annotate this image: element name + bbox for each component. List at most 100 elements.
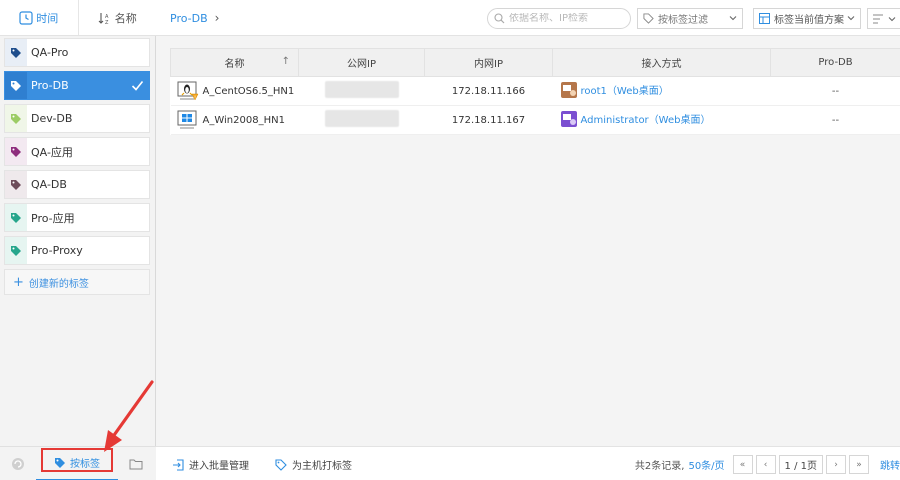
search-box[interactable]: [487, 8, 631, 29]
top-toolbar: Pro-DB › 按标签过滤 标签当前值方案: [156, 0, 900, 36]
column-header-private-ip[interactable]: 内网IP: [424, 48, 553, 77]
total-records: 共2条记录,: [634, 461, 685, 472]
list-icon: [873, 14, 883, 23]
tag-icon: [5, 204, 27, 231]
by-tag-tab[interactable]: 按标签: [36, 447, 118, 480]
prev-page-button[interactable]: ‹: [755, 455, 776, 474]
tag-item-qa-app[interactable]: QA-应用: [4, 137, 150, 166]
host-name-cell: ! A_CentOS6.5_HN1: [170, 76, 299, 106]
column-header-tag[interactable]: Pro-DB: [770, 48, 900, 77]
sort-name-label: 名称: [114, 11, 137, 25]
sort-time-label: 时间: [36, 11, 59, 25]
host-name-cell: A_Win2008_HN1: [170, 105, 299, 135]
column-header-name[interactable]: 名称 ↑: [170, 48, 299, 77]
tag-item-pro-db[interactable]: Pro-DB: [4, 71, 150, 100]
tag-hosts-button[interactable]: 为主机打标签: [275, 457, 352, 472]
enter-icon: [173, 458, 184, 471]
breadcrumb-current: Pro-DB: [170, 11, 208, 25]
tag-filter-label: 按标签过滤: [658, 15, 708, 26]
public-ip-cell: [298, 105, 425, 135]
redacted-ip: [324, 110, 399, 127]
private-ip-cell: 172.18.11.167: [424, 105, 553, 135]
access-link[interactable]: root1（Web桌面）: [560, 81, 669, 98]
chevron-down-icon: [729, 16, 737, 21]
tag-item-dev-db[interactable]: Dev-DB: [4, 104, 150, 133]
chevron-down-icon: [847, 16, 855, 21]
tag-label: QA-DB: [31, 178, 67, 191]
host-table: 名称 ↑ 公网IP 内网IP 接入方式 Pro-DB ! A_CentOS6.5…: [170, 48, 900, 135]
next-page-button[interactable]: ›: [826, 455, 846, 474]
sidebar-bottom-bar: 按标签: [0, 446, 156, 480]
access-cell: root1（Web桌面）: [552, 76, 771, 106]
private-ip-cell: 172.18.11.166: [424, 76, 553, 106]
host-name[interactable]: A_CentOS6.5_HN1: [203, 86, 295, 97]
tag-icon: [275, 458, 287, 471]
tag-item-pro-app[interactable]: Pro-应用: [4, 203, 150, 232]
tag-icon: [5, 171, 27, 198]
folder-icon: [129, 459, 143, 469]
breadcrumb[interactable]: Pro-DB ›: [170, 11, 219, 25]
tag-label: Pro-DB: [31, 79, 69, 92]
search-input[interactable]: [509, 13, 627, 24]
first-page-button[interactable]: «: [732, 455, 753, 474]
jump-link[interactable]: 跳转: [880, 457, 900, 472]
windows-host-icon: [177, 110, 196, 129]
tag-label: Pro-Proxy: [31, 244, 83, 257]
column-header-access[interactable]: 接入方式: [552, 48, 771, 77]
create-tag-button[interactable]: + 创建新的标签: [4, 269, 150, 295]
tag-hosts-label: 为主机打标签: [292, 461, 352, 472]
column-header-public-ip[interactable]: 公网IP: [298, 48, 425, 77]
tag-item-qa-pro[interactable]: QA-Pro: [4, 38, 150, 67]
tag-icon: [5, 237, 27, 264]
search-icon: [494, 13, 505, 24]
main-panel: Pro-DB › 按标签过滤 标签当前值方案: [156, 0, 900, 480]
tag-list: QA-Pro Pro-DB Dev-DB QA-应用 QA-DB Pro-应用 …: [4, 38, 150, 295]
table-header-row: 名称 ↑ 公网IP 内网IP 接入方式 Pro-DB: [170, 48, 900, 77]
web-desktop-icon: [560, 81, 577, 98]
sidebar: 时间 A Z 名称 QA-Pro Pro-DB Dev-DB QA-应用 QA-…: [0, 0, 156, 480]
access-link[interactable]: Administrator（Web桌面）: [560, 110, 711, 127]
refresh-icon: [12, 457, 24, 470]
batch-manage-label: 进入批量管理: [189, 461, 249, 472]
redacted-ip: [324, 81, 399, 98]
tag-scheme-select[interactable]: 标签当前值方案: [753, 8, 861, 29]
host-table-container: 名称 ↑ 公网IP 内网IP 接入方式 Pro-DB ! A_CentOS6.5…: [170, 48, 900, 135]
by-tag-label: 按标签: [70, 459, 100, 470]
sort-by-name-button[interactable]: A Z 名称: [77, 0, 157, 35]
host-name[interactable]: A_Win2008_HN1: [203, 115, 285, 126]
tag-item-pro-proxy[interactable]: Pro-Proxy: [4, 236, 150, 265]
by-folder-tab[interactable]: [118, 447, 154, 480]
table-row[interactable]: A_Win2008_HN1 172.18.11.167 Administrato…: [170, 105, 900, 135]
plus-icon: +: [13, 274, 24, 290]
access-cell: Administrator（Web桌面）: [552, 105, 771, 135]
chevron-right-icon: ›: [214, 11, 220, 25]
page-indicator: 1 / 1页: [778, 455, 823, 474]
tag-icon: [643, 13, 654, 24]
batch-manage-button[interactable]: 进入批量管理: [172, 457, 249, 472]
tag-value-cell: --: [770, 76, 900, 106]
web-desktop-icon: [560, 110, 577, 127]
tag-item-qa-db[interactable]: QA-DB: [4, 170, 150, 199]
table-icon: [759, 13, 770, 24]
tag-label: QA-应用: [31, 145, 73, 159]
table-row[interactable]: ! A_CentOS6.5_HN1 172.18.11.166 root1（We…: [170, 76, 900, 106]
last-page-button[interactable]: »: [849, 455, 869, 474]
tag-icon: [5, 138, 27, 165]
tag-icon: [5, 39, 27, 66]
sort-alpha-icon: A Z: [98, 12, 109, 25]
per-page-select[interactable]: 50条/页: [688, 457, 724, 472]
svg-text:Z: Z: [105, 20, 109, 25]
tag-icon: [5, 72, 27, 99]
tag-label: Pro-应用: [31, 211, 75, 225]
tag-value-cell: --: [770, 105, 900, 135]
refresh-button[interactable]: [0, 447, 36, 480]
view-options-select[interactable]: [867, 8, 900, 29]
tag-icon: [5, 105, 27, 132]
sort-bar: 时间 A Z 名称: [0, 0, 156, 36]
svg-text:!: !: [194, 95, 196, 100]
sort-up-icon: ↑: [281, 56, 290, 67]
sort-by-time-button[interactable]: 时间: [0, 0, 78, 35]
public-ip-cell: [298, 76, 425, 106]
tag-filter-select[interactable]: 按标签过滤: [637, 8, 743, 29]
access-label: Administrator（Web桌面）: [580, 115, 711, 126]
